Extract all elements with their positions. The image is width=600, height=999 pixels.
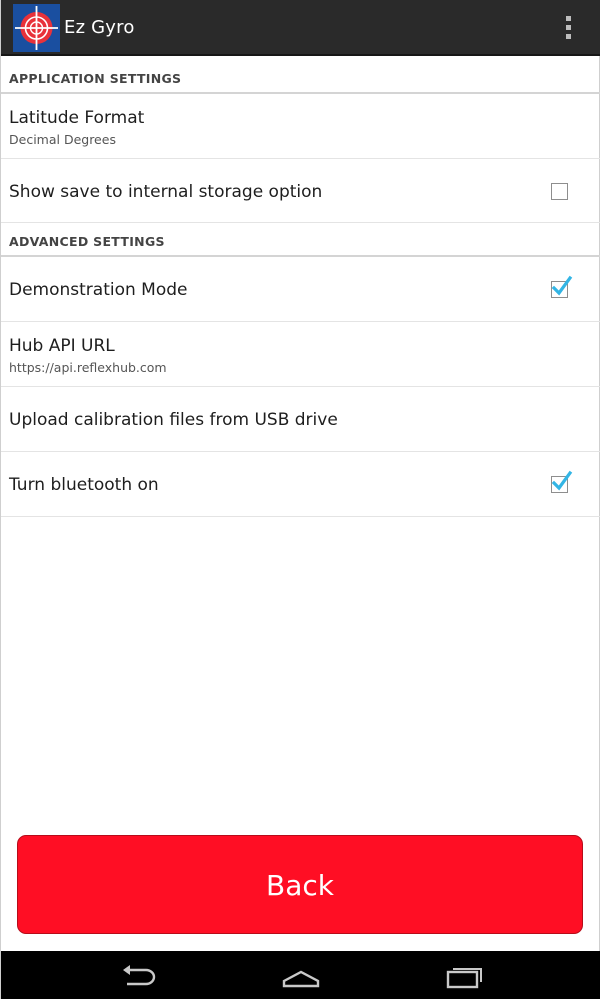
pref-title: Show save to internal storage option bbox=[9, 182, 323, 202]
section-header-application: APPLICATION SETTINGS bbox=[1, 58, 600, 94]
nav-recents-icon[interactable] bbox=[445, 961, 485, 991]
pref-title: Hub API URL bbox=[9, 336, 115, 356]
pref-hub-api-url[interactable]: Hub API URL https://api.reflexhub.com bbox=[1, 322, 600, 387]
nav-back-icon[interactable] bbox=[119, 961, 159, 991]
pref-upload-calibration[interactable]: Upload calibration files from USB drive bbox=[1, 387, 600, 452]
pref-bluetooth[interactable]: Turn bluetooth on bbox=[1, 452, 600, 517]
pref-summary: https://api.reflexhub.com bbox=[9, 360, 167, 375]
pref-title: Turn bluetooth on bbox=[9, 475, 159, 495]
bluetooth-checkbox[interactable] bbox=[551, 470, 573, 493]
checkmark-icon bbox=[551, 470, 573, 491]
nav-home-icon[interactable] bbox=[281, 961, 321, 991]
pref-title: Latitude Format bbox=[9, 108, 145, 128]
action-bar: Ez Gyro bbox=[1, 0, 600, 56]
pref-save-internal-storage[interactable]: Show save to internal storage option bbox=[1, 159, 600, 223]
section-header-label: APPLICATION SETTINGS bbox=[9, 71, 182, 86]
app-title: Ez Gyro bbox=[64, 17, 135, 38]
pref-title: Upload calibration files from USB drive bbox=[9, 410, 338, 430]
pref-summary: Decimal Degrees bbox=[9, 132, 116, 147]
pref-demonstration-mode[interactable]: Demonstration Mode bbox=[1, 257, 600, 322]
back-button-label: Back bbox=[266, 869, 334, 902]
pref-latitude-format[interactable]: Latitude Format Decimal Degrees bbox=[1, 94, 600, 159]
checkmark-icon bbox=[551, 275, 573, 296]
demo-mode-checkbox[interactable] bbox=[551, 275, 573, 298]
overflow-menu-icon[interactable] bbox=[559, 14, 579, 42]
section-header-label: ADVANCED SETTINGS bbox=[9, 234, 165, 249]
save-internal-checkbox[interactable] bbox=[551, 183, 568, 200]
app-frame: Ez Gyro APPLICATION SETTINGS Latitude Fo… bbox=[0, 0, 600, 999]
app-logo-icon[interactable] bbox=[13, 4, 60, 52]
section-header-advanced: ADVANCED SETTINGS bbox=[1, 221, 600, 257]
navigation-bar bbox=[1, 951, 600, 999]
back-button[interactable]: Back bbox=[17, 835, 583, 934]
pref-title: Demonstration Mode bbox=[9, 280, 188, 300]
